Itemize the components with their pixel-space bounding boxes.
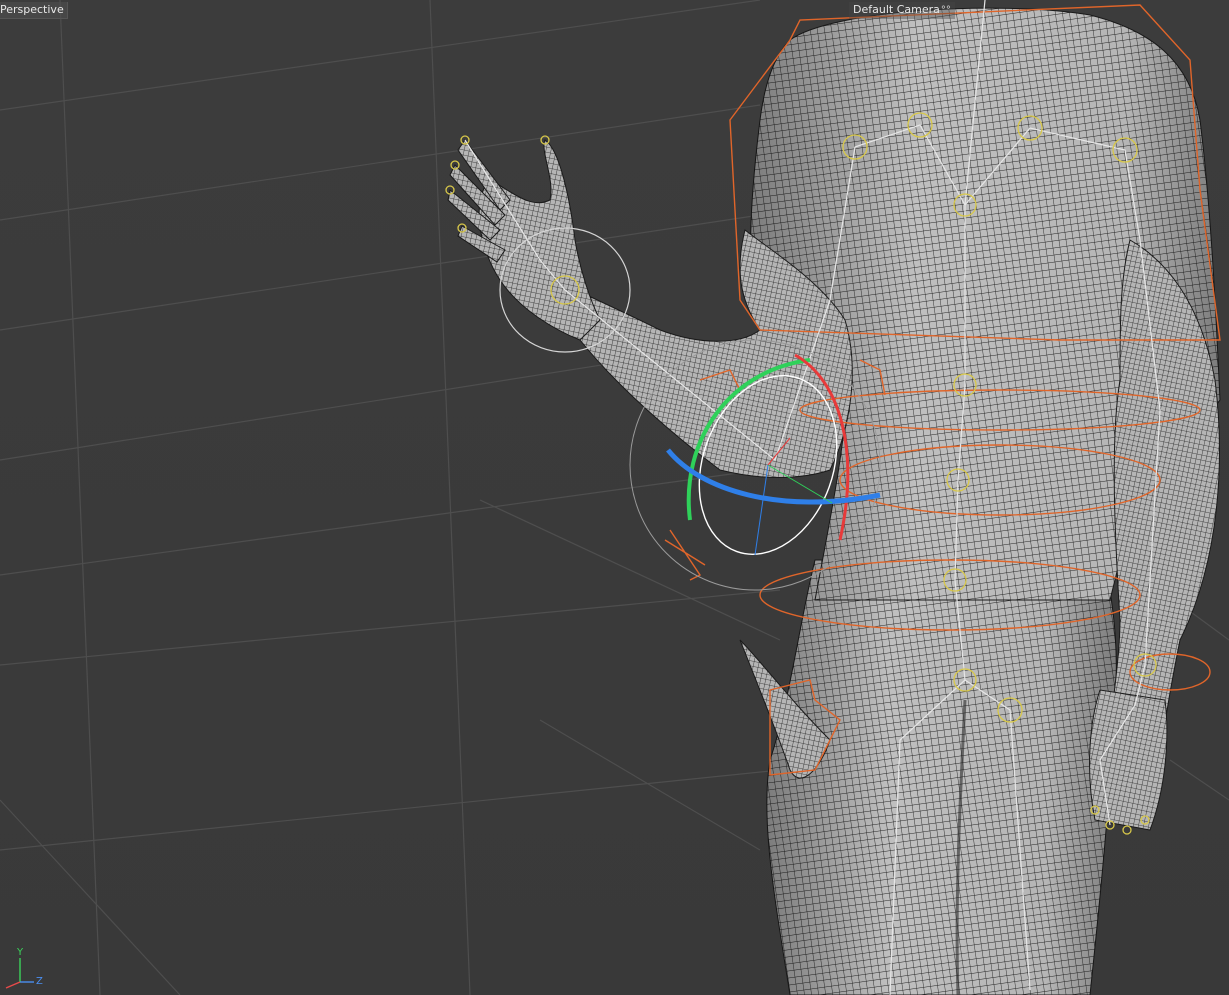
character-legs[interactable] [766, 559, 1117, 995]
viewport-scene[interactable] [0, 0, 1229, 995]
camera-name: Default Camera [853, 3, 940, 16]
axis-y-label: Y [17, 947, 24, 958]
view-name-label[interactable]: Perspective [0, 2, 68, 19]
orientation-axis: Y Z [0, 945, 50, 990]
camera-icon: °° [940, 5, 951, 16]
camera-menu[interactable]: Default Camera°° [849, 2, 955, 19]
axis-z-label: Z [36, 976, 43, 987]
3d-viewport[interactable]: Perspective Default Camera°° Y Z [0, 0, 1229, 995]
